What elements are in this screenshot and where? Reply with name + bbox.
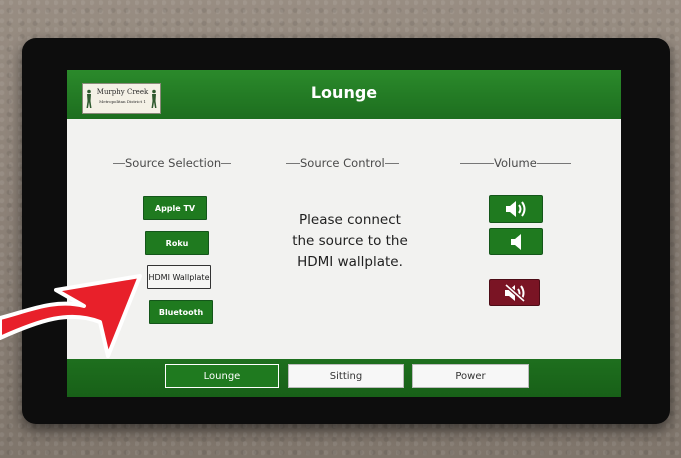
- volume-label: Volume: [460, 156, 571, 170]
- divider: [536, 162, 571, 164]
- source-control-label: Source Control: [286, 156, 399, 170]
- source-roku-button[interactable]: Roku: [145, 231, 209, 255]
- divider: [221, 162, 232, 164]
- tab-label: Power: [455, 370, 486, 382]
- source-button-label: HDMI Wallplate: [148, 272, 210, 282]
- divider: [286, 162, 300, 164]
- source-selection-text: Source Selection: [125, 156, 222, 170]
- volume-down-button[interactable]: [489, 228, 543, 255]
- speaker-loud-icon: [506, 201, 526, 217]
- source-apple-tv-button[interactable]: Apple TV: [143, 196, 207, 220]
- source-button-label: Roku: [165, 238, 189, 248]
- tab-power[interactable]: Power: [412, 364, 529, 388]
- divider: [460, 162, 494, 164]
- volume-up-button[interactable]: [489, 195, 543, 223]
- message-line: Please connect: [299, 212, 401, 228]
- message-line: the source to the: [292, 233, 408, 249]
- source-control-text: Source Control: [300, 156, 385, 170]
- source-bluetooth-button[interactable]: Bluetooth: [149, 300, 213, 324]
- speaker-quiet-icon: [511, 233, 521, 250]
- tab-label: Sitting: [329, 370, 363, 382]
- source-control-message: Please connect the source to the HDMI wa…: [275, 210, 425, 273]
- volume-mute-button[interactable]: [489, 279, 540, 306]
- room-title: Lounge: [310, 83, 378, 102]
- volume-text: Volume: [494, 156, 537, 170]
- header-bar: Murphy Creek Metropolitan District 1 Lou…: [67, 70, 621, 119]
- divider: [113, 162, 125, 164]
- message-line: HDMI wallplate.: [297, 254, 403, 270]
- speaker-mute-icon: [504, 283, 525, 302]
- divider: [384, 162, 399, 164]
- source-selection-label: Source Selection: [113, 156, 232, 170]
- footer-bar: Lounge Sitting Power: [67, 359, 621, 397]
- tab-label: Lounge: [203, 370, 241, 382]
- tab-sitting[interactable]: Sitting: [288, 364, 404, 388]
- source-hdmi-wallplate-button[interactable]: HDMI Wallplate: [147, 265, 211, 289]
- source-button-label: Apple TV: [154, 203, 196, 213]
- source-button-label: Bluetooth: [158, 307, 204, 317]
- tab-lounge[interactable]: Lounge: [165, 364, 279, 388]
- touch-panel-screen: Murphy Creek Metropolitan District 1 Lou…: [67, 70, 621, 397]
